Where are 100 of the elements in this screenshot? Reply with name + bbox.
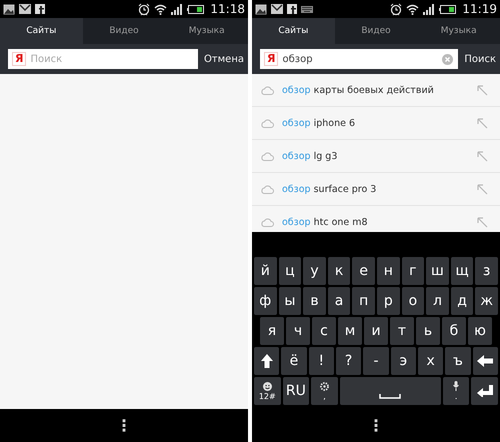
image-icon (3, 4, 15, 14)
shift-icon (260, 354, 273, 368)
key[interactable]: я (260, 317, 284, 345)
key[interactable]: в (303, 287, 326, 315)
key[interactable]: р (376, 287, 400, 315)
mail-icon (271, 4, 283, 14)
cloud-icon (261, 86, 274, 94)
arrow-icon[interactable] (477, 150, 488, 162)
key[interactable]: ж (475, 287, 498, 315)
suggestion-item[interactable]: обзор iphone 6 (252, 107, 500, 140)
arrow-icon[interactable] (477, 84, 488, 96)
image-icon (255, 4, 267, 14)
suggestion-item[interactable]: обзор карты боевых действий (252, 74, 500, 107)
search-action-button[interactable]: Отмена (200, 54, 248, 64)
cloud-icon (261, 118, 274, 128)
wifi-icon (154, 4, 168, 14)
cloud-icon (261, 152, 274, 160)
space-icon (379, 394, 402, 399)
menu-button[interactable]: ⋮ (368, 416, 384, 435)
mic-icon (453, 381, 460, 391)
suggestion-text: обзор surface pro 3 (282, 184, 378, 194)
key[interactable]: у (303, 257, 326, 285)
key[interactable]: э (390, 347, 416, 375)
backspace-icon (477, 355, 494, 367)
key[interactable]: ц (278, 257, 302, 285)
search-field[interactable]: Я обзор (260, 49, 458, 69)
suggestion-text: обзор lg g3 (282, 150, 338, 162)
clock-time: 11:18 (210, 2, 245, 16)
key[interactable]: о (402, 287, 424, 315)
symbols-key[interactable]: 12# (254, 377, 281, 405)
search-field[interactable]: Я Поиск (8, 49, 198, 69)
key[interactable]: ь (416, 317, 440, 345)
suggestion-item[interactable]: обзор surface pro 3 (252, 173, 500, 206)
space-key[interactable] (340, 377, 441, 405)
app-icon (35, 4, 45, 14)
key[interactable]: л (426, 287, 449, 315)
suggestion-text: обзор карты боевых действий (282, 84, 435, 96)
key[interactable]: х (418, 347, 444, 375)
signal-icon (171, 4, 184, 14)
tab[interactable]: Музыка (417, 18, 500, 44)
key[interactable]: б (442, 317, 466, 345)
search-logo: Я (12, 52, 26, 66)
key[interactable]: м (338, 317, 362, 345)
key[interactable]: п (352, 287, 375, 315)
settings-key[interactable]: , (311, 377, 338, 405)
search-logo: Я (264, 52, 278, 66)
alarm-icon (138, 2, 150, 16)
key[interactable]: г (402, 257, 424, 285)
app-icon (287, 4, 297, 14)
battery-icon (187, 4, 204, 14)
tab[interactable]: Сайты (0, 18, 83, 44)
key[interactable]: ю (468, 317, 492, 345)
battery-icon (439, 4, 456, 14)
backspace-key[interactable] (472, 347, 498, 375)
key[interactable]: н (376, 257, 400, 285)
key[interactable]: ё (281, 347, 307, 375)
key[interactable]: ! (308, 347, 334, 375)
signal-icon (423, 4, 436, 14)
key[interactable]: е (352, 257, 375, 285)
suggestion-item[interactable]: обзор lg g3 (252, 140, 500, 173)
search-action-button[interactable]: Поиск (460, 54, 500, 64)
key[interactable]: щ (450, 257, 474, 285)
key[interactable]: ы (278, 287, 302, 315)
key[interactable]: ч (286, 317, 310, 345)
tab[interactable]: Видео (82, 18, 166, 44)
key[interactable]: к (328, 257, 350, 285)
key[interactable]: с (312, 317, 336, 345)
suggestion-text: обзор htc one m8 (282, 216, 369, 228)
arrow-icon[interactable] (477, 184, 488, 194)
key[interactable]: RU (282, 377, 310, 405)
enter-icon (476, 385, 493, 397)
cloud-icon (261, 218, 274, 226)
tab[interactable]: Сайты (252, 18, 335, 44)
key[interactable]: ъ (445, 347, 471, 375)
key[interactable]: - (363, 347, 389, 375)
key[interactable]: ш (426, 257, 449, 285)
key[interactable]: ф (254, 287, 277, 315)
smiley-icon (262, 382, 272, 390)
alarm-icon (390, 2, 402, 16)
key[interactable]: й (254, 257, 277, 285)
clock-time: 11:19 (462, 2, 497, 16)
mail-icon (19, 4, 31, 14)
arrow-icon[interactable] (477, 118, 488, 128)
key[interactable]: т (390, 317, 414, 345)
tab[interactable]: Видео (334, 18, 418, 44)
key[interactable]: з (475, 257, 498, 285)
key[interactable]: д (450, 287, 474, 315)
key[interactable]: и (364, 317, 388, 345)
wifi-icon (406, 4, 420, 14)
tab[interactable]: Музыка (165, 18, 248, 44)
settings-icon (320, 382, 329, 390)
key[interactable]: а (328, 287, 350, 315)
menu-button[interactable]: ⋮ (116, 416, 132, 435)
clear-icon[interactable] (442, 54, 454, 64)
enter-key[interactable] (471, 377, 498, 405)
shift-key[interactable] (254, 347, 280, 375)
key[interactable]: ? (336, 347, 362, 375)
keyboard-icon (301, 6, 313, 12)
mic-key[interactable]: . (442, 377, 470, 405)
arrow-icon[interactable] (477, 216, 488, 228)
